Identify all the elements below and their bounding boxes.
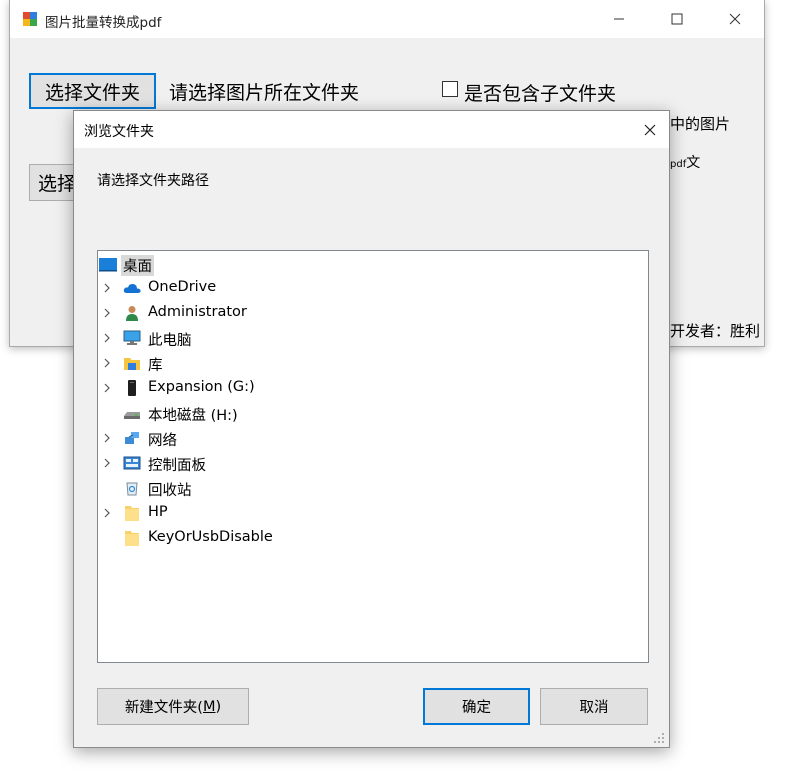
tree-item-desktop[interactable]: 桌面: [98, 253, 648, 276]
dialog-titlebar: 浏览文件夹: [74, 111, 669, 148]
tree-item-label: 本地磁盘 (H:): [148, 408, 238, 424]
chevron-right-icon[interactable]: [102, 332, 112, 344]
tree-item-onedrive[interactable]: OneDrive: [98, 277, 648, 299]
network-icon: [125, 432, 139, 444]
chevron-right-icon[interactable]: [102, 307, 112, 319]
onedrive-cloud-icon: [123, 283, 141, 293]
chevron-right-icon[interactable]: [102, 382, 112, 394]
main-titlebar: 图片批量转换成pdf: [10, 0, 764, 38]
cancel-button[interactable]: 取消: [540, 688, 648, 725]
app-icon: [23, 12, 37, 26]
tree-item-label: 桌面: [121, 255, 154, 276]
minimize-button[interactable]: [590, 0, 648, 38]
browse-folder-dialog: 浏览文件夹 请选择文件夹路径 桌面 OneDrive Administrator…: [73, 110, 670, 748]
tree-item-label: HP: [148, 504, 168, 520]
control-panel-icon: [123, 456, 141, 470]
new-folder-mnemonic: M: [202, 698, 216, 715]
pdf-label: pdf文: [670, 152, 700, 172]
pdf-label-small: pdf: [670, 159, 687, 170]
include-subfolders-label[interactable]: 是否包含子文件夹: [464, 79, 616, 106]
tree-item-control-panel[interactable]: 控制面板: [98, 452, 648, 474]
tree-item-label: OneDrive: [148, 279, 217, 295]
local-disk-icon: [124, 412, 140, 419]
folder-tree[interactable]: 桌面 OneDrive Administrator 此电脑 库 Expansio…: [97, 250, 649, 663]
chevron-right-icon[interactable]: [102, 457, 112, 469]
tree-item-label: 控制面板: [148, 458, 206, 474]
tree-item-label: Administrator: [148, 304, 247, 320]
chevron-right-icon[interactable]: [102, 432, 112, 444]
recycle-bin-icon: [126, 482, 138, 496]
select-folder-button[interactable]: 选择文件夹: [29, 73, 156, 109]
tree-item-administrator[interactable]: Administrator: [98, 302, 648, 324]
user-icon: [126, 306, 138, 321]
tree-item-local-disk[interactable]: 本地磁盘 (H:): [98, 402, 648, 424]
close-icon: [729, 13, 741, 25]
new-folder-label: 新建文件夹(: [124, 700, 203, 716]
tree-item-libraries[interactable]: 库: [98, 352, 648, 374]
new-folder-label-end: ): [215, 698, 222, 715]
tree-item-label: 回收站: [148, 483, 192, 499]
maximize-icon: [671, 13, 683, 25]
tree-item-hp[interactable]: HP: [98, 502, 648, 524]
new-folder-button[interactable]: 新建文件夹(M): [97, 688, 249, 725]
tree-item-label: Expansion (G:): [148, 379, 255, 395]
folder-icon: [125, 506, 139, 521]
resize-grip-icon[interactable]: [652, 731, 666, 745]
tree-item-expansion-drive[interactable]: Expansion (G:): [98, 377, 648, 399]
tree-item-label: 库: [148, 358, 163, 374]
usb-drive-icon: [128, 380, 136, 396]
images-label: 中的图片: [670, 115, 731, 133]
folder-icon: [125, 531, 139, 546]
tree-item-label: 网络: [148, 433, 177, 449]
chevron-right-icon[interactable]: [102, 507, 112, 519]
dialog-close-button[interactable]: [640, 120, 660, 140]
tree-item-network[interactable]: 网络: [98, 427, 648, 449]
desktop-icon: [99, 258, 117, 272]
chevron-right-icon[interactable]: [102, 282, 112, 294]
chevron-right-icon[interactable]: [102, 357, 112, 369]
close-icon: [644, 124, 656, 136]
library-icon: [124, 358, 140, 370]
minimize-icon: [614, 18, 624, 20]
tree-item-this-pc[interactable]: 此电脑: [98, 327, 648, 349]
select-folder-label: 请选择图片所在文件夹: [169, 82, 360, 104]
tree-item-label: KeyOrUsbDisable: [148, 529, 273, 545]
pdf-label-text: 文: [686, 155, 701, 171]
tree-item-keyorusbdisable[interactable]: KeyOrUsbDisable: [98, 527, 648, 549]
window-title: 图片批量转换成pdf: [45, 15, 162, 31]
dialog-prompt: 请选择文件夹路径: [97, 173, 209, 189]
developer-label: 开发者：胜利: [670, 322, 761, 340]
ok-button[interactable]: 确定: [423, 688, 530, 725]
close-button[interactable]: [706, 0, 764, 38]
dialog-title: 浏览文件夹: [84, 124, 154, 140]
maximize-button[interactable]: [648, 0, 706, 38]
computer-icon: [123, 330, 141, 345]
tree-item-recycle-bin[interactable]: 回收站: [98, 477, 648, 499]
include-subfolders-checkbox[interactable]: [442, 81, 458, 97]
tree-item-label: 此电脑: [148, 333, 192, 349]
